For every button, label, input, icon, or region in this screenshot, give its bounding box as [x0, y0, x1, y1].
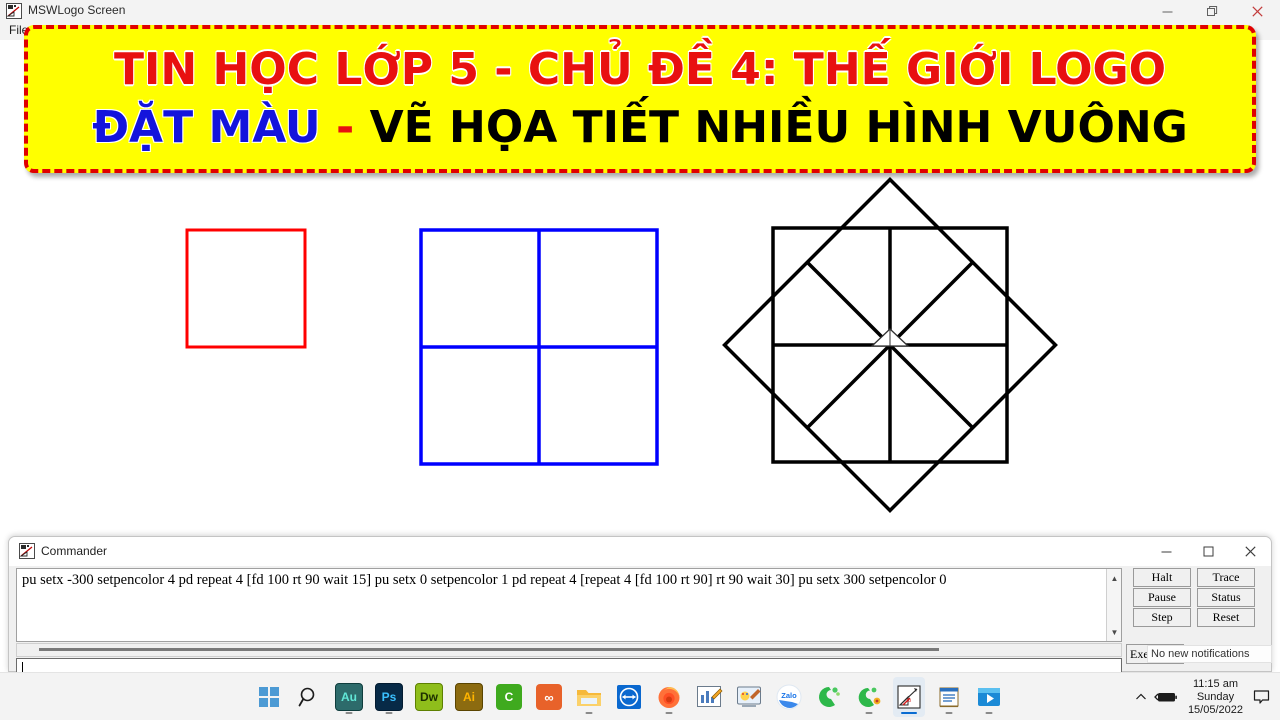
banner-line-2: ĐẶT MÀU - VẼ HỌA TIẾT NHIỀU HÌNH VUÔNG	[92, 99, 1188, 157]
banner-line-2-blue: ĐẶT MÀU	[92, 102, 321, 153]
folder-icon	[577, 690, 601, 706]
start-button[interactable]	[253, 677, 285, 717]
camtasia-icon: C	[496, 684, 522, 710]
taskbar-items: Au Ps Dw Ai C ∞ Zalo to	[253, 673, 1005, 720]
mswlogo-titlebar: MSWLogo Screen	[0, 0, 1280, 23]
green-record-alt-icon	[858, 687, 881, 707]
taskbar-item-camtasia[interactable]: C	[493, 677, 525, 717]
svg-text:Zalo: Zalo	[781, 691, 797, 700]
adobe-photoshop-icon: Ps	[375, 683, 403, 711]
taskbar-item-audition[interactable]: Au	[333, 677, 365, 717]
mswlogo-icon	[6, 3, 22, 19]
commander-minimize-button[interactable]	[1145, 537, 1187, 566]
taskbar-item-mswlogo[interactable]: to	[893, 677, 925, 717]
commander-history-text: pu setx -300 setpencolor 4 pd repeat 4 […	[22, 572, 947, 588]
clock[interactable]: 11:15 am Sunday 15/05/2022	[1184, 678, 1247, 717]
search-icon	[298, 687, 315, 707]
notepad-icon	[939, 687, 959, 708]
taskbar-item-illustrator[interactable]: Ai	[453, 677, 485, 717]
xmind-icon: ∞	[536, 684, 562, 710]
taskbar-item-screen-recorder[interactable]	[693, 677, 725, 717]
screen: MSWLogo Screen File TIN HỌC LỚP 5 - CHỦ …	[0, 0, 1280, 720]
banner-line-2-black: VẼ HỌA TIẾT NHIỀU HÌNH VUÔNG	[369, 102, 1188, 153]
notification-toast: No new notifications	[1147, 645, 1272, 663]
clock-date: 15/05/2022	[1187, 703, 1243, 716]
mswlogo-title: MSWLogo Screen	[28, 3, 126, 17]
clock-time: 11:15 am	[1192, 677, 1238, 690]
taskbar-item-xmind[interactable]: ∞	[533, 677, 565, 717]
paint-icon	[737, 686, 761, 707]
adobe-dreamweaver-icon: Dw	[415, 683, 443, 711]
scroll-up-icon[interactable]: ▲	[1107, 571, 1122, 585]
chart-edit-icon	[697, 686, 723, 707]
halt-button[interactable]: Halt	[1133, 568, 1191, 587]
lesson-title-banner: TIN HỌC LỚP 5 - CHỦ ĐỀ 4: THẾ GIỚI LOGO …	[24, 25, 1256, 173]
running-indicator	[985, 711, 993, 714]
running-indicator	[585, 711, 593, 714]
taskbar-item-firefox[interactable]	[653, 677, 685, 717]
taskbar-item-media-player[interactable]	[973, 677, 1005, 717]
taskbar-item-notepad[interactable]	[933, 677, 965, 717]
step-button[interactable]: Step	[1133, 608, 1191, 627]
notification-bell-icon[interactable]	[1253, 689, 1276, 706]
reset-button[interactable]: Reset	[1197, 608, 1255, 627]
teamviewer-icon	[617, 685, 641, 709]
adobe-illustrator-icon: Ai	[455, 683, 483, 711]
commander-horizontal-scrollbar[interactable]	[16, 643, 1122, 657]
pause-button[interactable]: Pause	[1133, 588, 1191, 607]
taskbar-item-file-explorer[interactable]	[573, 677, 605, 717]
commander-history-scrollbar[interactable]: ▲ ▼	[1106, 569, 1121, 641]
firefox-icon	[658, 687, 680, 708]
running-indicator	[665, 711, 673, 714]
running-indicator	[945, 711, 953, 714]
system-tray: 11:15 am Sunday 15/05/2022	[1134, 673, 1276, 720]
running-indicator	[865, 711, 873, 714]
taskbar: Au Ps Dw Ai C ∞ Zalo to 11:15 am Sunday …	[0, 672, 1280, 720]
banner-line-2-dash: -	[335, 102, 355, 153]
taskbar-item-photoshop[interactable]: Ps	[373, 677, 405, 717]
trace-button[interactable]: Trace	[1197, 568, 1255, 587]
taskbar-item-dreamweaver[interactable]: Dw	[413, 677, 445, 717]
commander-titlebar: Commander	[9, 537, 1271, 566]
battery-charging-icon[interactable]	[1154, 690, 1178, 704]
restore-button[interactable]	[1190, 0, 1235, 22]
running-indicator	[345, 711, 353, 714]
adobe-audition-icon: Au	[335, 683, 363, 711]
media-player-icon	[978, 688, 1000, 706]
search-button[interactable]	[293, 677, 325, 717]
active-indicator	[901, 711, 917, 714]
mswlogo-icon: to	[897, 685, 921, 709]
close-button[interactable]	[1235, 0, 1280, 22]
red-square-shape	[185, 228, 307, 349]
blue-four-squares-shape	[419, 228, 659, 466]
status-button[interactable]: Status	[1197, 588, 1255, 607]
mswlogo-icon	[19, 543, 35, 559]
taskbar-item-bandicam[interactable]	[813, 677, 845, 717]
scroll-down-icon[interactable]: ▼	[1107, 625, 1122, 639]
zalo-icon: Zalo	[776, 684, 802, 710]
scrollbar-thumb[interactable]	[39, 648, 939, 651]
taskbar-item-bandicut[interactable]	[853, 677, 885, 717]
windows-icon	[259, 687, 279, 707]
commander-window: Commander pu setx -300 setpencolor 4 pd …	[8, 536, 1272, 679]
commander-history-pane[interactable]: pu setx -300 setpencolor 4 pd repeat 4 […	[16, 568, 1122, 642]
commander-title: Commander	[41, 544, 108, 558]
commander-close-button[interactable]	[1229, 537, 1271, 566]
commander-maximize-button[interactable]	[1187, 537, 1229, 566]
taskbar-item-paint[interactable]	[733, 677, 765, 717]
taskbar-item-zalo[interactable]: Zalo	[773, 677, 805, 717]
minimize-button[interactable]	[1145, 0, 1190, 22]
green-record-icon	[819, 687, 840, 707]
chevron-up-icon[interactable]	[1134, 690, 1148, 704]
clock-day: Sunday	[1196, 690, 1235, 703]
banner-line-1: TIN HỌC LỚP 5 - CHỦ ĐỀ 4: THẾ GIỚI LOGO	[113, 44, 1167, 95]
taskbar-item-teamviewer[interactable]	[613, 677, 645, 717]
running-indicator	[385, 711, 393, 714]
